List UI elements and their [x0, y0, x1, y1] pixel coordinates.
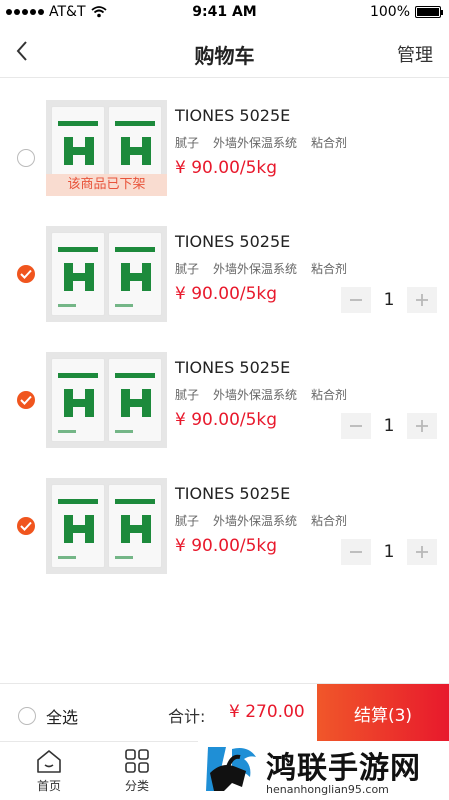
- decrease-button[interactable]: [341, 539, 371, 565]
- product-tags: 腻子 外墙外保温系统 粘合剂: [175, 260, 347, 277]
- product-tag: 粘合剂: [311, 136, 348, 150]
- product-name[interactable]: TIONES 5025E: [175, 232, 290, 251]
- product-name[interactable]: TIONES 5025E: [175, 358, 290, 377]
- select-all-checkbox[interactable]: [18, 707, 36, 725]
- minus-icon: [350, 425, 362, 427]
- battery-icon: [415, 6, 443, 18]
- product-image[interactable]: [46, 352, 167, 448]
- increase-button[interactable]: [407, 287, 437, 313]
- item-checkbox[interactable]: [17, 391, 35, 409]
- product-tags: 腻子 外墙外保温系统 粘合剂: [175, 386, 347, 403]
- product-tags: 腻子 外墙外保温系统 粘合剂: [175, 512, 347, 529]
- product-name[interactable]: TIONES 5025E: [175, 106, 290, 125]
- product-tag: 腻子: [175, 262, 200, 276]
- cart-item: TIONES 5025E 腻子 外墙外保温系统 粘合剂 ¥ 90.00/5kg …: [0, 478, 449, 588]
- total-value: ¥ 270.00: [229, 702, 305, 722]
- select-all-toggle[interactable]: 全选: [18, 704, 78, 728]
- watermark-url: henanhonglian95.com: [266, 783, 389, 796]
- select-all-label: 全选: [46, 708, 79, 727]
- item-checkbox[interactable]: [17, 517, 35, 535]
- tab-category[interactable]: 分类: [107, 748, 167, 794]
- product-tag: 腻子: [175, 136, 200, 150]
- manage-button[interactable]: 管理: [397, 41, 433, 67]
- check-icon: [20, 269, 32, 279]
- plus-icon: [416, 546, 428, 558]
- grid-icon: [125, 749, 149, 773]
- product-tag: 腻子: [175, 388, 200, 402]
- product-image[interactable]: 该商品已下架: [46, 100, 167, 196]
- product-name[interactable]: TIONES 5025E: [175, 484, 290, 503]
- product-tag: 粘合剂: [311, 262, 348, 276]
- product-price: ¥ 90.00/5kg: [175, 410, 278, 430]
- checkout-button[interactable]: 结算(3): [317, 684, 449, 742]
- quantity-stepper: 1: [341, 538, 437, 566]
- product-price: ¥ 90.00/5kg: [175, 158, 278, 178]
- product-price: ¥ 90.00/5kg: [175, 536, 278, 556]
- watermark: 鸿联手游网 henanhonglian95.com: [198, 741, 449, 800]
- product-tags: 腻子 外墙外保温系统 粘合剂: [175, 134, 347, 151]
- nav-bar: 购物车 管理: [0, 26, 449, 78]
- product-tag: 粘合剂: [311, 388, 348, 402]
- quantity-value[interactable]: 1: [371, 416, 407, 436]
- increase-button[interactable]: [407, 413, 437, 439]
- product-bag-graphic: [108, 484, 162, 568]
- product-tag: 外墙外保温系统: [213, 136, 298, 150]
- product-tag: 腻子: [175, 514, 200, 528]
- product-tag: 外墙外保温系统: [213, 388, 298, 402]
- quantity-value[interactable]: 1: [371, 290, 407, 310]
- quantity-value[interactable]: 1: [371, 542, 407, 562]
- increase-button[interactable]: [407, 539, 437, 565]
- decrease-button[interactable]: [341, 287, 371, 313]
- minus-icon: [350, 551, 362, 553]
- plus-icon: [416, 294, 428, 306]
- quantity-stepper: 1: [341, 412, 437, 440]
- product-bag-graphic: [108, 232, 162, 316]
- battery-label: 100%: [369, 4, 410, 20]
- status-bar: AT&T 9:41 AM 100%: [0, 0, 449, 26]
- page-title: 购物车: [194, 44, 255, 68]
- minus-icon: [350, 299, 362, 301]
- product-bag-graphic: [108, 358, 162, 442]
- product-image[interactable]: [46, 226, 167, 322]
- item-checkbox[interactable]: [17, 265, 35, 283]
- decrease-button[interactable]: [341, 413, 371, 439]
- product-bag-graphic: [51, 484, 105, 568]
- check-icon: [20, 395, 32, 405]
- product-tag: 外墙外保温系统: [213, 514, 298, 528]
- product-price: ¥ 90.00/5kg: [175, 284, 278, 304]
- cart-item: TIONES 5025E 腻子 外墙外保温系统 粘合剂 ¥ 90.00/5kg …: [0, 352, 449, 462]
- total-label: 合计:: [168, 707, 206, 726]
- home-icon: [37, 750, 61, 773]
- product-bag-graphic: [51, 358, 105, 442]
- product-bag-graphic: [51, 232, 105, 316]
- watermark-logo: [206, 747, 256, 791]
- checkout-bar: 全选 合计: ¥ 270.00 结算(3): [0, 683, 449, 742]
- cart-item: 该商品已下架 TIONES 5025E 腻子 外墙外保温系统 粘合剂 ¥ 90.…: [0, 100, 449, 210]
- watermark-title: 鸿联手游网: [266, 751, 421, 786]
- tab-label: 分类: [124, 779, 149, 793]
- item-checkbox[interactable]: [17, 149, 35, 167]
- off-shelf-badge: 该商品已下架: [46, 174, 167, 196]
- plus-icon: [416, 420, 428, 432]
- check-icon: [20, 521, 32, 531]
- product-image[interactable]: [46, 478, 167, 574]
- cart-item: TIONES 5025E 腻子 外墙外保温系统 粘合剂 ¥ 90.00/5kg …: [0, 226, 449, 336]
- battery-info: 100%: [369, 4, 443, 20]
- product-tag: 外墙外保温系统: [213, 262, 298, 276]
- quantity-stepper: 1: [341, 286, 437, 314]
- product-tag: 粘合剂: [311, 514, 348, 528]
- tab-label: 首页: [36, 779, 61, 793]
- tab-home[interactable]: 首页: [19, 748, 79, 794]
